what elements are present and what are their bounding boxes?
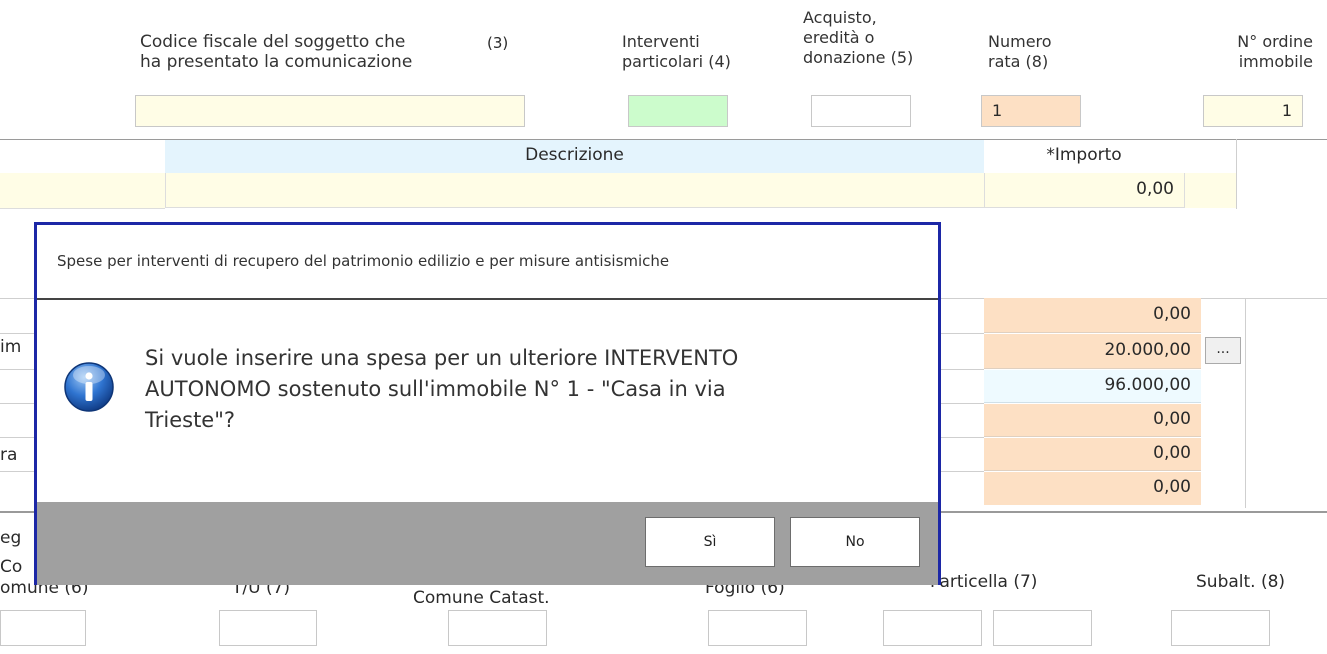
comune-catast-field[interactable] (448, 610, 547, 646)
header-numero-rata: Numero rata (8) (988, 32, 1052, 71)
amount-field-5[interactable]: 0,00 (984, 438, 1201, 471)
amount-field-3[interactable]: 96.000,00 (984, 370, 1201, 403)
dialog-title: Spese per interventi di recupero del pat… (57, 252, 670, 270)
table-right-border (1236, 139, 1237, 209)
header-codice-fiscale: Codice fiscale del soggetto che ha prese… (140, 32, 412, 72)
amount-field-1[interactable]: 0,00 (984, 298, 1201, 333)
amount-value-3: 96.000,00 (1104, 375, 1191, 395)
dialog-title-separator (37, 298, 938, 300)
importo-side-cell (1184, 173, 1236, 208)
dialog-message: Si vuole inserire una spesa per un ulter… (145, 346, 739, 432)
amount-row-label-im: im (0, 337, 22, 357)
descrizione-header: Descrizione (525, 145, 624, 165)
header-codice-fiscale-label: Codice fiscale del soggetto che ha prese… (140, 32, 413, 72)
amount-field-6[interactable]: 0,00 (984, 472, 1201, 505)
bottom-fragment-eg: eg (0, 528, 22, 548)
tu-field[interactable] (219, 610, 317, 646)
codice-fiscale-field[interactable] (135, 95, 525, 127)
descrizione-field[interactable] (165, 173, 984, 208)
info-icon (64, 362, 114, 412)
amount-row-label-ra: ra (0, 445, 18, 465)
grid-right-border (1245, 298, 1246, 508)
comune-catast-label: Comune Catast. (413, 588, 550, 608)
acquisto-field[interactable] (811, 95, 911, 127)
header-acquisto: Acquisto, eredità o donazione (5) (803, 8, 914, 67)
numero-rata-field[interactable]: 1 (981, 95, 1081, 127)
no-button[interactable]: No (790, 517, 920, 567)
subalt-label: Subalt. (8) (1196, 572, 1286, 592)
amount-field-2[interactable]: 20.000,00 (984, 334, 1201, 369)
header-interventi-particolari: Interventi particolari (4) (622, 32, 731, 71)
descrizione-row-left[interactable] (0, 173, 165, 209)
header-codice-fiscale-note: (3) (487, 34, 509, 52)
comune-field[interactable] (0, 610, 86, 646)
dialog-footer: Sì No (37, 502, 938, 585)
particella-field-1[interactable] (883, 610, 982, 646)
yes-button[interactable]: Sì (645, 517, 775, 567)
importo-header: *Importo (1046, 145, 1122, 165)
particella-label: Particella (7) (930, 572, 1038, 592)
amount-field-4[interactable]: 0,00 (984, 404, 1201, 437)
particella-field-2[interactable] (993, 610, 1092, 646)
amount-value-2: 20.000,00 (1104, 340, 1191, 360)
amount-value-6: 0,00 (1153, 477, 1191, 497)
confirm-dialog: Spese per interventi di recupero del pat… (34, 222, 941, 585)
numero-rata-value: 1 (992, 101, 1003, 120)
subalt-field[interactable] (1171, 610, 1270, 646)
foglio-field[interactable] (708, 610, 807, 646)
amount-value-1: 0,00 (1153, 304, 1191, 324)
header-ordine-immobile: N° ordine immobile (1237, 32, 1313, 71)
bottom-fragment-co: Co (0, 557, 23, 577)
ordine-immobile-field[interactable]: 1 (1203, 95, 1303, 127)
more-button[interactable]: ... (1205, 337, 1241, 364)
importo-value: 0,00 (1136, 179, 1174, 199)
amount-value-5: 0,00 (1153, 443, 1191, 463)
importo-field[interactable]: 0,00 (984, 173, 1184, 208)
amount-value-4: 0,00 (1153, 409, 1191, 429)
interventi-particolari-field[interactable] (628, 95, 728, 127)
ordine-immobile-value: 1 (1281, 101, 1292, 120)
